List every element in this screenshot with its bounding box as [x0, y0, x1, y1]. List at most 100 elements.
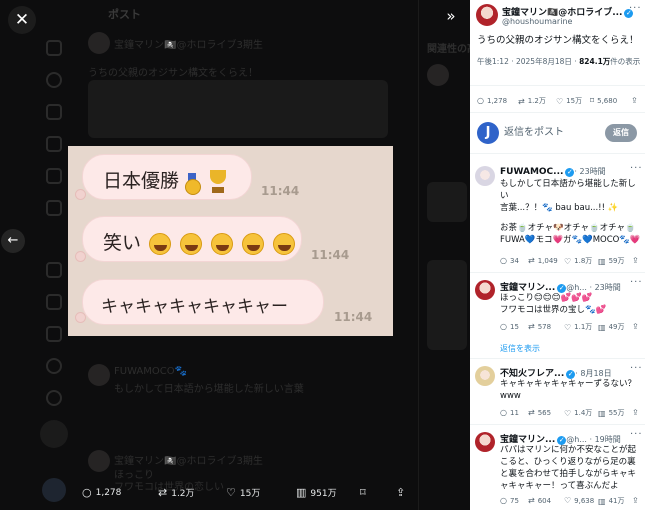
chat-bubble-1-text: 日本優勝	[103, 170, 180, 192]
reply-avatar[interactable]	[475, 280, 495, 300]
reply-meta: · 8月18日	[575, 369, 612, 378]
backdrop-right-block	[427, 182, 467, 222]
author-avatar[interactable]	[476, 4, 498, 26]
divider	[470, 272, 645, 273]
close-button[interactable]: ✕	[8, 6, 36, 34]
reply-name-text: FUWAMOC...	[500, 167, 564, 177]
reply-line: FUWA💙モコ💗ガ🐾💙MOCO🐾💗	[500, 235, 641, 245]
reply-reposts[interactable]: ⇄ 1,049	[528, 256, 558, 265]
share-icon: ⇪	[632, 322, 639, 331]
reply-avatar[interactable]	[475, 366, 495, 386]
reply-reposts[interactable]: ⇄ 578	[528, 322, 551, 331]
reply-reposts[interactable]: ⇄ 565	[528, 408, 551, 417]
reply-icon: ○	[82, 486, 92, 499]
reply-button[interactable]: ○ 1,278	[477, 96, 507, 105]
reply-name[interactable]: FUWAMOC... ✓ · 23時間	[500, 166, 606, 177]
reply-reposts[interactable]: ⇄ 604	[528, 496, 551, 505]
author-handle[interactable]: @houshoumarine	[502, 17, 572, 26]
reply-replies[interactable]: ○ 34	[500, 256, 519, 265]
rofl-emoji-icon	[211, 232, 234, 255]
media-like-button[interactable]: ♡ 15万	[226, 486, 260, 499]
reply-likes-count: 9,638	[574, 496, 595, 505]
more-icon	[46, 390, 62, 406]
reply-item[interactable]: 宝鐘マリン... ✓ @h... · 19時間 ··· パパはマリンに何か不安なこと…	[470, 426, 645, 510]
reply-replies[interactable]: ○ 75	[500, 496, 519, 505]
reply-views[interactable]: ▥ 49万	[598, 322, 624, 332]
medal-emoji-icon	[185, 172, 202, 195]
reply-views[interactable]: ▥ 59万	[598, 256, 624, 266]
views-icon: ▥	[598, 408, 606, 418]
media-reply-button[interactable]: ○ 1,278	[82, 486, 121, 499]
chat-bubble-2: 笑い	[82, 216, 302, 262]
reply-share[interactable]: ⇪	[632, 496, 642, 505]
reply-likes-count: 1.4万	[574, 409, 593, 417]
previous-arrow-button[interactable]: ←	[1, 229, 25, 253]
reply-share[interactable]: ⇪	[632, 322, 642, 331]
reply-reposts-count: 578	[537, 322, 552, 331]
media-bookmark-button[interactable]: ⌑	[360, 486, 370, 499]
post-meta: 午後1:12 · 2025年8月18日 · 824.1万件の表示	[477, 56, 642, 67]
chat-bubble-2-time: 11:44	[311, 248, 350, 262]
show-replies-link[interactable]: 返信を表示	[500, 343, 540, 354]
views-icon: ▥	[598, 496, 606, 506]
reply-reposts-count: 604	[537, 496, 552, 505]
backdrop-right-column: 関連性の高い	[425, 0, 470, 510]
repost-count: 1.2万	[527, 97, 546, 105]
backdrop-column-divider	[418, 0, 419, 510]
more-options-icon[interactable]: ···	[630, 429, 643, 440]
reply-item[interactable]: FUWAMOC... ✓ · 23時間 ··· もしかして日本語から堪能した新しい …	[470, 160, 645, 270]
post-timestamp[interactable]: 午後1:12 · 2025年8月18日 ·	[477, 57, 577, 66]
communities-icon	[46, 294, 62, 310]
backdrop-author-line: 宝鐘マリン🏴‍☠️@ホロライブ3期生	[114, 40, 263, 51]
reply-replies[interactable]: ○ 11	[500, 408, 519, 417]
reply-share[interactable]: ⇪	[632, 408, 642, 417]
account-avatar	[42, 478, 66, 502]
premium-icon	[46, 326, 62, 342]
reply-replies-count: 11	[509, 408, 519, 417]
media-share-button[interactable]: ⇪	[396, 486, 409, 499]
share-button[interactable]: ⇪	[631, 96, 641, 105]
post-views-label: 件の表示	[610, 57, 641, 66]
bookmark-button[interactable]: ⌑ 5,680	[590, 96, 617, 105]
reply-icon: ○	[500, 408, 507, 417]
collapse-panel-button[interactable]: »	[440, 4, 462, 26]
reply-share[interactable]: ⇪	[632, 256, 642, 265]
reply-views[interactable]: ▥ 41万	[598, 496, 624, 506]
more-options-icon[interactable]: ···	[630, 363, 643, 374]
reply-views-count: 49万	[608, 323, 625, 331]
reply-input[interactable]: 返信をポスト	[504, 127, 599, 140]
reply-likes[interactable]: ♡ 9,638	[564, 496, 594, 505]
rofl-emoji-icon	[242, 232, 265, 255]
reply-count: 1,278	[486, 96, 508, 105]
bubble-tail-dot	[75, 251, 86, 262]
reply-replies[interactable]: ○ 15	[500, 322, 519, 331]
reply-likes[interactable]: ♡ 1.8万	[564, 256, 592, 266]
reply-line: お茶🍵オチャ🐶オチャ🍵オチャ🍵	[500, 223, 636, 233]
reply-line	[500, 214, 642, 222]
repost-button[interactable]: ⇄ 1.2万	[518, 96, 546, 106]
media-image[interactable]: 日本優勝 11:44 笑い 11:44 キャキャキャキャキャー 11:44	[68, 146, 393, 336]
media-repost-button[interactable]: ⇄ 1.2万	[158, 486, 195, 499]
share-icon: ⇪	[632, 256, 639, 265]
reply-views[interactable]: ▥ 55万	[598, 408, 624, 418]
reply-submit-button[interactable]: 返信	[605, 124, 637, 142]
media-views-count: 951万	[310, 489, 337, 499]
more-options-icon[interactable]: ···	[630, 277, 643, 288]
reply-item[interactable]: 宝鐘マリン... ✓ @h... · 23時間 ··· ほっこり😊😊😊💕💕💕 フワモ…	[470, 274, 645, 334]
reply-avatar[interactable]	[475, 432, 495, 452]
media-viewer: ポスト 宝鐘マリン🏴‍☠️@ホロライブ3期生 うちの父親のオジサン構文をくらえ！…	[0, 0, 645, 510]
more-options-icon[interactable]: ···	[630, 163, 643, 174]
bookmark-count: 5,680	[597, 96, 618, 105]
reply-likes[interactable]: ♡ 1.1万	[564, 322, 592, 332]
media-views-button[interactable]: ▥ 951万	[296, 486, 337, 499]
repost-icon: ⇄	[528, 408, 535, 417]
like-button[interactable]: ♡ 15万	[556, 96, 582, 106]
trophy-emoji-icon	[207, 169, 229, 194]
reply-likes[interactable]: ♡ 1.4万	[564, 408, 592, 418]
reply-item[interactable]: 不知火フレア... ✓ · 8月18日 ··· キャキャキャキャキャーずるない？ w…	[470, 360, 645, 422]
reply-line: こると、ひっくり返りながら足の裏	[500, 457, 636, 467]
views-icon: ▥	[598, 256, 606, 266]
reply-avatar[interactable]	[475, 166, 495, 186]
reply-icon: ○	[500, 322, 507, 331]
more-options-icon[interactable]: ···	[629, 3, 642, 14]
